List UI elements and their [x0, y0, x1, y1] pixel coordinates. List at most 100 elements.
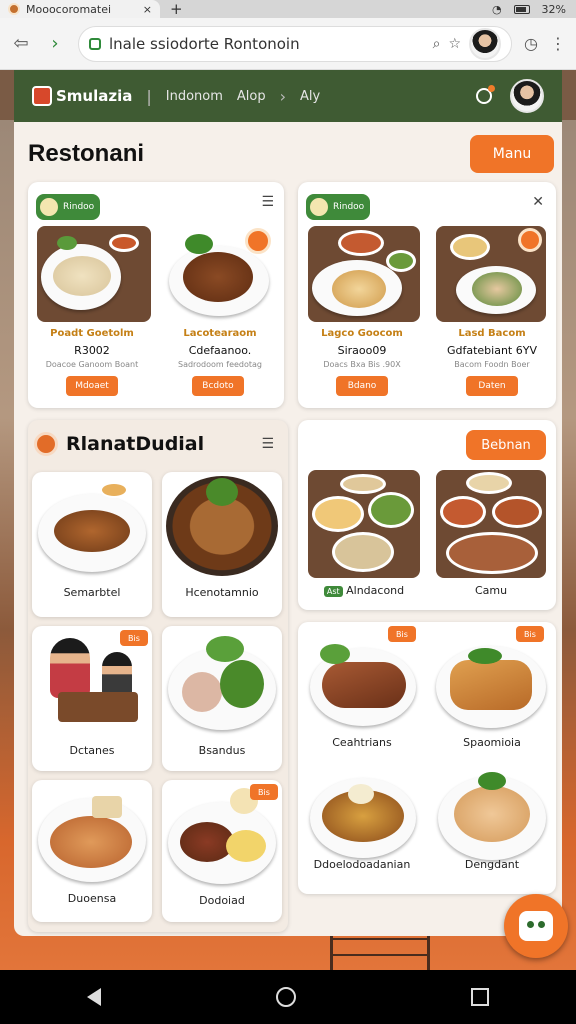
food-name: R3002	[74, 344, 110, 357]
category-badge: Rindoo	[36, 194, 101, 220]
nav-link-2[interactable]: Alop	[237, 89, 266, 104]
menu-button[interactable]: Manu	[470, 135, 554, 173]
grid-caption: Ceahtrians	[332, 736, 392, 749]
order-button[interactable]: Bdano	[336, 376, 388, 396]
grid-item[interactable]: Bis Dodoiad	[162, 780, 282, 922]
bell-icon[interactable]	[476, 85, 495, 104]
order-button[interactable]: Daten	[466, 376, 518, 396]
nav-back-icon[interactable]	[87, 988, 102, 1006]
battery-level: 32%	[541, 2, 566, 16]
combo-button[interactable]: Bebnan	[466, 430, 546, 460]
order-button[interactable]: Bcdoto	[192, 376, 244, 396]
grid-item[interactable]: Dengdant	[428, 756, 556, 890]
order-button[interactable]: Mdoaet	[66, 376, 118, 396]
food-image	[37, 226, 151, 322]
badge-label: Rindoo	[333, 202, 365, 212]
grid-caption: Dctanes	[69, 744, 115, 757]
tab-title: Mooocoromatei	[26, 2, 112, 16]
wifi-icon: ◔	[491, 2, 502, 16]
tab-close-icon[interactable]: ×	[143, 3, 152, 16]
food-title: Lasd Bacom	[458, 328, 526, 339]
lock-icon	[89, 37, 101, 50]
food-image	[308, 226, 420, 322]
hamburger-icon[interactable]: ☰	[261, 194, 274, 210]
grid-item[interactable]: Hcenotamnio	[162, 472, 282, 617]
food-subtitle: Doacs Bxa Bis .90X	[323, 360, 401, 369]
food-image	[163, 226, 277, 322]
combo-caption-1: Ast Alndacond	[308, 584, 420, 597]
food-title: Lacotearaom	[183, 328, 257, 339]
grid-item[interactable]: Duoensa	[32, 780, 152, 922]
new-tab-icon[interactable]: +	[170, 0, 183, 18]
grid-item[interactable]: Bis Ceahtrians	[298, 622, 426, 752]
food-subtitle: Bacom Foodn Boer	[454, 360, 530, 369]
combo-card: Bebnan Ast Alndacond Camu	[298, 420, 556, 610]
browser-toolbar: ⇦ › lnale ssiodorte Rontonoin ⌕ ☆ ◷ ⋮	[0, 18, 576, 70]
page-title: Restonani	[28, 140, 145, 167]
item-tag: Bis	[516, 626, 544, 642]
food-item[interactable]: Lacotearaom Cdefaanoo. Sadrodoom feedota…	[156, 220, 284, 408]
food-subtitle: Doacoe Ganoom Boant	[45, 360, 139, 369]
grid-item[interactable]: Bis Spaomioia	[428, 622, 556, 752]
food-title: Lagco Goocom	[321, 328, 403, 339]
more-icon[interactable]: ⋮	[550, 34, 566, 53]
close-icon[interactable]: ✕	[532, 194, 544, 210]
food-item[interactable]: Lasd Bacom Gdfatebiant 6YV Bacom Foodn B…	[428, 220, 556, 408]
back-icon[interactable]: ⇦	[10, 33, 32, 54]
address-bar[interactable]: lnale ssiodorte Rontonoin ⌕ ☆	[78, 25, 513, 62]
item-tag: Bis	[120, 630, 148, 646]
badge-label: Rindoo	[63, 202, 95, 212]
grid-caption: Ddoelodoadanian	[313, 858, 411, 871]
chevron-right-icon: ›	[279, 86, 287, 106]
history-icon[interactable]: ◷	[524, 34, 538, 53]
food-image[interactable]	[436, 470, 546, 578]
section-header: RlanatDudial	[34, 432, 204, 456]
grid-item[interactable]: Bsandus	[162, 626, 282, 771]
category-badge: Rindoo	[306, 194, 371, 220]
bookmark-icon[interactable]: ☆	[448, 36, 461, 52]
section-title: RlanatDudial	[66, 433, 205, 455]
grid-item[interactable]: Ddoelodoadanian	[298, 756, 426, 890]
nav-link-3[interactable]: Aly	[300, 89, 320, 104]
forward-icon[interactable]: ›	[44, 33, 66, 54]
combo-caption-2: Camu	[474, 584, 508, 597]
nav-home-icon[interactable]	[275, 987, 296, 1007]
brand-name: Smulazia	[56, 87, 133, 105]
nav-link-1[interactable]: Indonom	[166, 89, 223, 104]
food-item[interactable]: Lagco Goocom Siraoo09 Doacs Bxa Bis .90X…	[298, 220, 426, 408]
food-name: Gdfatebiant 6YV	[446, 344, 537, 357]
grid-caption: Bsandus	[198, 744, 246, 757]
grid-caption: Spaomioia	[463, 736, 521, 749]
item-tag: Bis	[250, 784, 278, 800]
battery-icon	[513, 4, 530, 14]
browser-tab[interactable]: Mooocoromatei ×	[0, 0, 160, 18]
android-nav-bar	[0, 970, 576, 1024]
grid-caption: Semarbtel	[63, 586, 121, 599]
food-name: Cdefaanoo.	[188, 344, 252, 357]
hamburger-icon[interactable]: ☰	[261, 436, 274, 452]
food-image[interactable]	[308, 470, 420, 578]
grid-caption: Duoensa	[67, 892, 117, 905]
nav-recents-icon[interactable]	[470, 988, 489, 1006]
dish-grid-card: Bis Ceahtrians Bis Spaomioia Ddoelodoada…	[298, 622, 556, 894]
grid-item[interactable]: Semarbtel	[32, 472, 152, 617]
search-icon[interactable]: ⌕	[433, 36, 441, 52]
url-text: lnale ssiodorte Rontonoin	[109, 34, 300, 53]
section-logo-icon	[34, 432, 58, 456]
section-panel: RlanatDudial ☰ Semarbtel Hcenotamnio Bis…	[28, 420, 288, 932]
grid-caption: Hcenotamnio	[185, 586, 259, 599]
food-item[interactable]: Poadt Goetolm R3002 Doacoe Ganoom Boant …	[28, 220, 156, 408]
chat-fab[interactable]	[504, 894, 568, 958]
brand[interactable]: Smulazia	[32, 86, 132, 106]
chat-bot-icon	[519, 911, 553, 941]
grid-caption: Dodoiad	[199, 894, 245, 907]
profile-avatar[interactable]	[469, 27, 502, 60]
user-avatar[interactable]	[510, 79, 544, 113]
featured-card-left: Rindoo ☰ Poadt Goetolm R3002 Doacoe Gano…	[28, 182, 284, 408]
featured-card-right: Rindoo ✕ Lagco Goocom Siraoo09 Doacs Bxa…	[298, 182, 556, 408]
seal-icon	[38, 196, 60, 218]
grid-item[interactable]: Bis Dctanes	[32, 626, 152, 771]
tab-favicon-icon	[8, 3, 20, 15]
food-name: Siraoo09	[337, 344, 387, 357]
food-image	[436, 226, 546, 322]
